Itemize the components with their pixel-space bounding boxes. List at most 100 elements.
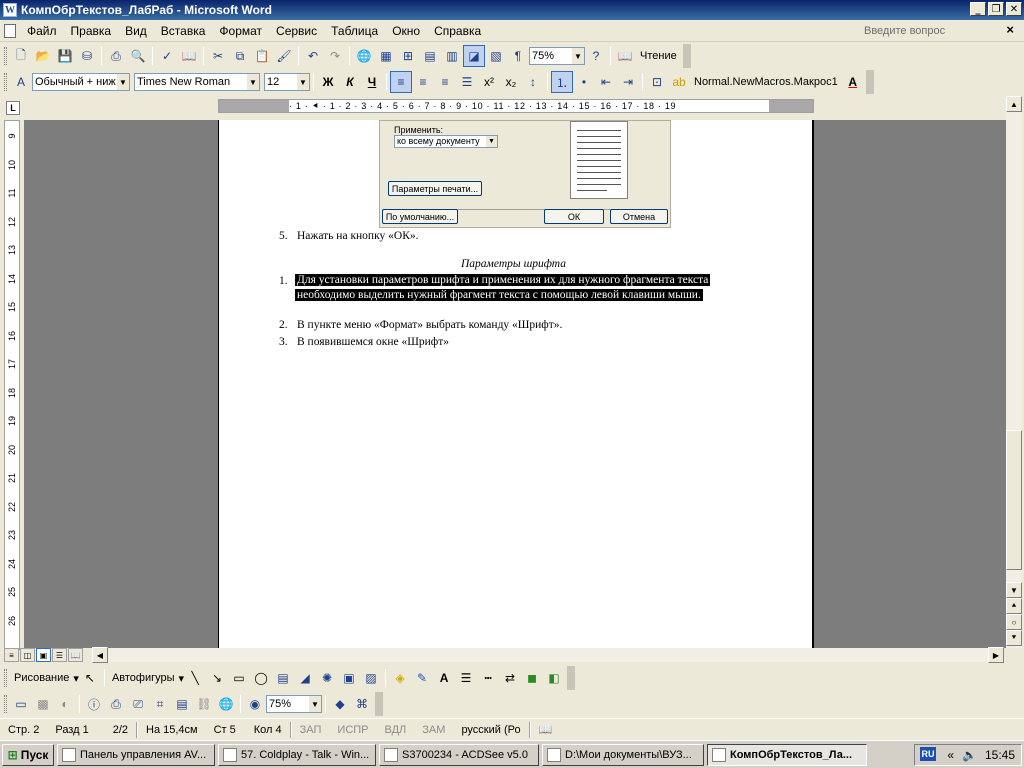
drawing-icon[interactable]: ◪ [463, 45, 485, 67]
horizontal-ruler[interactable]: · 1 · ⯇ · 1 · 2 · 3 · 4 · 5 · 6 · 7 · 8 … [218, 99, 814, 113]
redo-icon[interactable]: ↷ [324, 45, 346, 67]
hyperlink-icon[interactable]: 🌐 [353, 45, 375, 67]
spelling-status-icon[interactable]: 📖 [531, 723, 561, 736]
decrease-indent-icon[interactable]: ⇤ [595, 71, 617, 93]
start-button[interactable]: ⊞ Пуск [2, 743, 54, 766]
style-combo[interactable]: Обычный + ниж ▼ [32, 73, 130, 91]
bold-button[interactable]: Ж [317, 71, 339, 93]
horizontal-scrollbar[interactable]: ◀ ▶ [92, 647, 1004, 663]
menu-tools[interactable]: Сервис [269, 21, 324, 41]
line-style-icon[interactable]: ☰ [455, 667, 477, 689]
insert-picture-icon[interactable]: ▭ [10, 693, 32, 715]
chevron-down-icon[interactable]: ▼ [297, 74, 309, 90]
image-control-icon[interactable]: ▩ [32, 693, 54, 715]
status-extend[interactable]: ВДЛ [377, 724, 415, 736]
fill-color-icon[interactable]: ◈ [389, 667, 411, 689]
document-page[interactable]: Применить: ко всему документу ▼ Параметр… [218, 120, 814, 648]
scroll-thumb[interactable] [1006, 430, 1022, 570]
taskbar-item-player[interactable]: 57. Coldplay - Talk - Win... [218, 743, 376, 766]
chevron-down-icon[interactable]: ▼ [247, 74, 259, 90]
menu-insert[interactable]: Вставка [154, 21, 213, 41]
zoom-combo[interactable]: 75% ▼ [529, 47, 585, 65]
normal-view-icon[interactable]: ≡ [4, 648, 19, 662]
web-icon[interactable]: 🌐 [215, 693, 237, 715]
minimize-button[interactable]: _ [970, 2, 986, 16]
underline-button[interactable]: Ч [361, 71, 383, 93]
permission-icon[interactable]: ⛁ [76, 45, 98, 67]
restore-button[interactable]: ❐ [988, 2, 1004, 16]
font-color-icon[interactable]: A [433, 667, 455, 689]
menu-view[interactable]: Вид [118, 21, 154, 41]
scroll-down-icon[interactable]: ▼ [1006, 582, 1022, 598]
autoshapes-button[interactable]: Автофигуры [108, 672, 179, 684]
text-box-icon[interactable]: ▤ [272, 667, 294, 689]
reset-picture-icon[interactable]: ◆ [329, 693, 351, 715]
oval-icon[interactable]: ◯ [250, 667, 272, 689]
close-button[interactable]: ✕ [1006, 2, 1022, 16]
toolbar-options[interactable] [865, 70, 874, 94]
clock[interactable]: 15:45 [985, 748, 1015, 762]
insert-table-icon[interactable]: ⊞ [397, 45, 419, 67]
research-icon[interactable]: 📖 [178, 45, 200, 67]
document-icon[interactable] [4, 23, 16, 38]
web-globe-icon[interactable]: ◉ [244, 693, 266, 715]
format-painter-icon[interactable]: 🖌 [273, 45, 295, 67]
styles-icon[interactable]: A [10, 71, 32, 93]
shadow-icon[interactable]: ◼ [521, 667, 543, 689]
font-color-icon[interactable]: A [842, 71, 864, 93]
arrow-style-icon[interactable]: ⇄ [499, 667, 521, 689]
select-objects-icon[interactable]: ↖ [79, 667, 101, 689]
open-icon[interactable]: 📂 [32, 45, 54, 67]
select-browse-icon[interactable]: ○ [1006, 614, 1022, 630]
numbering-icon[interactable]: ⒈ [551, 71, 573, 93]
taskbar-item-word[interactable]: КомпОбрТекстов_Ла... [707, 743, 867, 766]
next-page-icon[interactable]: ⯆ [1006, 630, 1022, 646]
macro-button[interactable]: Normal.NewMacros.Макрос1 [690, 76, 842, 88]
dash-style-icon[interactable]: ┅ [477, 667, 499, 689]
line-icon[interactable]: ╲ [184, 667, 206, 689]
3d-icon[interactable]: ◧ [543, 667, 565, 689]
selected-text-line1[interactable]: Для установки параметров шрифта и примен… [295, 274, 711, 286]
contrast-icon[interactable]: ◐ [54, 693, 76, 715]
link-icon[interactable]: ⛓ [193, 693, 215, 715]
toolbar-grip[interactable] [4, 695, 7, 713]
taskbar-item-control-panel[interactable]: Панель управления AV... [57, 743, 215, 766]
increase-indent-icon[interactable]: ⇥ [617, 71, 639, 93]
picture-icon[interactable]: ▨ [360, 667, 382, 689]
chevron-down-icon[interactable]: ▼ [572, 48, 584, 64]
status-track[interactable]: ИСПР [329, 724, 376, 736]
columns-icon[interactable]: ▥ [441, 45, 463, 67]
superscript-icon[interactable]: x² [478, 71, 500, 93]
justify-icon[interactable]: ☰ [456, 71, 478, 93]
menu-edit[interactable]: Правка [64, 21, 119, 41]
font-combo[interactable]: Times New Roman ▼ [134, 73, 260, 91]
undo-icon[interactable]: ↶ [302, 45, 324, 67]
clipart-icon[interactable]: ▣ [338, 667, 360, 689]
tab-selector[interactable]: L [6, 101, 20, 115]
diagram-icon[interactable]: ✺ [316, 667, 338, 689]
reading-icon[interactable]: 📖 [614, 45, 636, 67]
menu-window[interactable]: Окно [385, 21, 427, 41]
help-icon[interactable]: ? [585, 45, 607, 67]
show-hide-icon[interactable]: ¶ [507, 45, 529, 67]
insert-excel-icon[interactable]: ▤ [419, 45, 441, 67]
rectangle-icon[interactable]: ▭ [228, 667, 250, 689]
line-spacing-icon[interactable]: ↕ [522, 71, 544, 93]
menu-file[interactable]: Файл [20, 21, 64, 41]
highlight-icon[interactable]: ab [668, 71, 690, 93]
drawing-menu-button[interactable]: Рисование [10, 672, 73, 684]
status-overtype[interactable]: ЗАМ [414, 724, 453, 736]
toolbar-options[interactable] [682, 44, 691, 68]
print-layout-icon[interactable]: ▣ [36, 648, 51, 662]
scroll-left-icon[interactable]: ◀ [92, 647, 108, 663]
new-icon[interactable]: 🗋 [10, 45, 32, 67]
print-icon[interactable]: ⎙ [105, 693, 127, 715]
info-icon[interactable]: ⓘ [83, 693, 105, 715]
selected-text-line2[interactable]: необходимо выделить нужный фрагмент текс… [295, 289, 703, 301]
borders-icon[interactable]: ⊡ [646, 71, 668, 93]
compress-icon[interactable]: ⌘ [351, 693, 373, 715]
print-icon[interactable]: ⎙ [105, 45, 127, 67]
volume-icon[interactable]: 🔈 [962, 748, 977, 762]
menu-help[interactable]: Справка [427, 21, 488, 41]
picture-zoom-combo[interactable]: 75% ▼ [266, 695, 322, 713]
